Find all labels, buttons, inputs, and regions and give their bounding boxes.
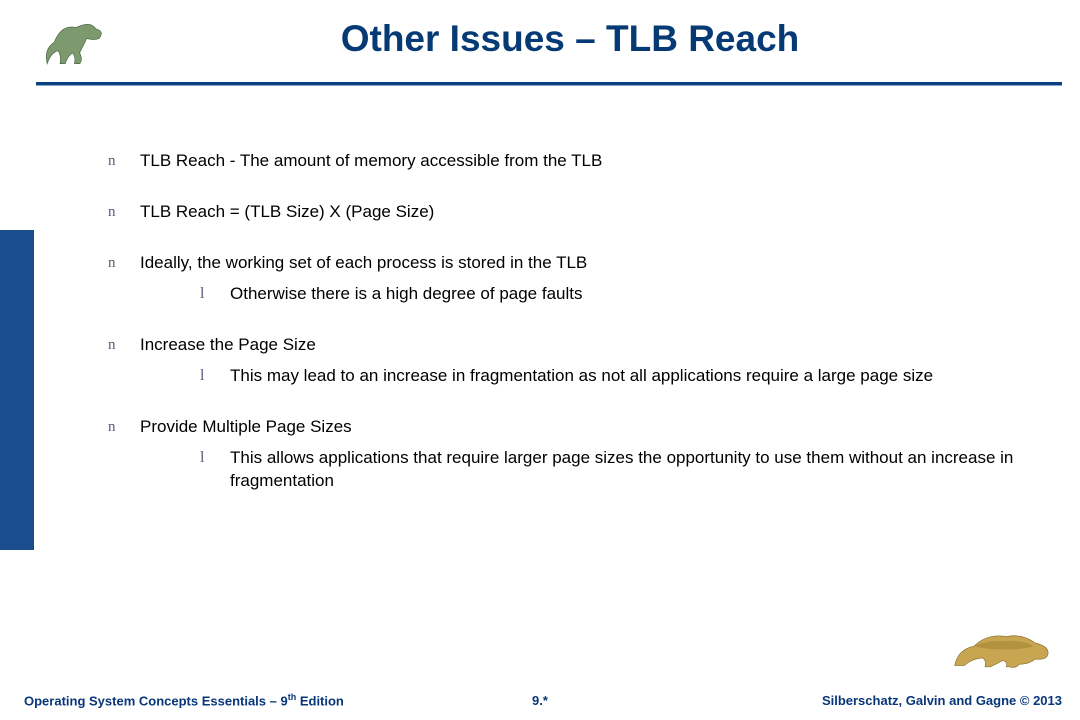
footer-chapter: 9. [532,693,543,708]
footer-copyright: Silberschatz, Galvin and Gagne © 2013 [822,693,1062,708]
dinosaur-icon [948,614,1058,672]
sub-bullet-text: This may lead to an increase in fragment… [230,366,933,385]
bullet-marker: n [108,335,116,355]
bullet-text: Increase the Page Size [140,335,316,354]
slide-header: Other Issues – TLB Reach [0,0,1080,95]
sub-bullet-item: l This may lead to an increase in fragme… [140,365,1050,388]
sub-bullet-text: This allows applications that require la… [230,448,1013,490]
bullet-text: TLB Reach - The amount of memory accessi… [140,151,602,170]
slide: Other Issues – TLB Reach n TLB Reach - T… [0,0,1080,720]
bullet-item: n Provide Multiple Page Sizes l This all… [90,416,1050,493]
side-accent-bar [0,230,34,550]
footer-page-wildcard: * [543,693,548,708]
sub-bullet-marker: l [200,447,204,469]
slide-title: Other Issues – TLB Reach [120,18,1020,60]
header-divider [36,82,1062,86]
sub-bullet-marker: l [200,365,204,387]
sub-bullet-item: l Otherwise there is a high degree of pa… [140,283,1050,306]
bullet-item: n TLB Reach - The amount of memory acces… [90,150,1050,173]
bullet-item: n Increase the Page Size l This may lead… [90,334,1050,388]
bullet-text: Provide Multiple Page Sizes [140,417,352,436]
bullet-marker: n [108,253,116,273]
bullet-marker: n [108,151,116,171]
dinosaur-icon [40,12,112,72]
bullet-text: TLB Reach = (TLB Size) X (Page Size) [140,202,434,221]
sub-bullet-marker: l [200,283,204,305]
bullet-text: Ideally, the working set of each process… [140,253,587,272]
sub-bullet-text: Otherwise there is a high degree of page… [230,284,583,303]
bullet-item: n TLB Reach = (TLB Size) X (Page Size) [90,201,1050,224]
bullet-item: n Ideally, the working set of each proce… [90,252,1050,306]
sub-bullet-item: l This allows applications that require … [140,447,1050,493]
slide-footer: Operating System Concepts Essentials – 9… [0,680,1080,720]
slide-body: n TLB Reach - The amount of memory acces… [90,150,1050,520]
bullet-marker: n [108,417,116,437]
bullet-marker: n [108,202,116,222]
